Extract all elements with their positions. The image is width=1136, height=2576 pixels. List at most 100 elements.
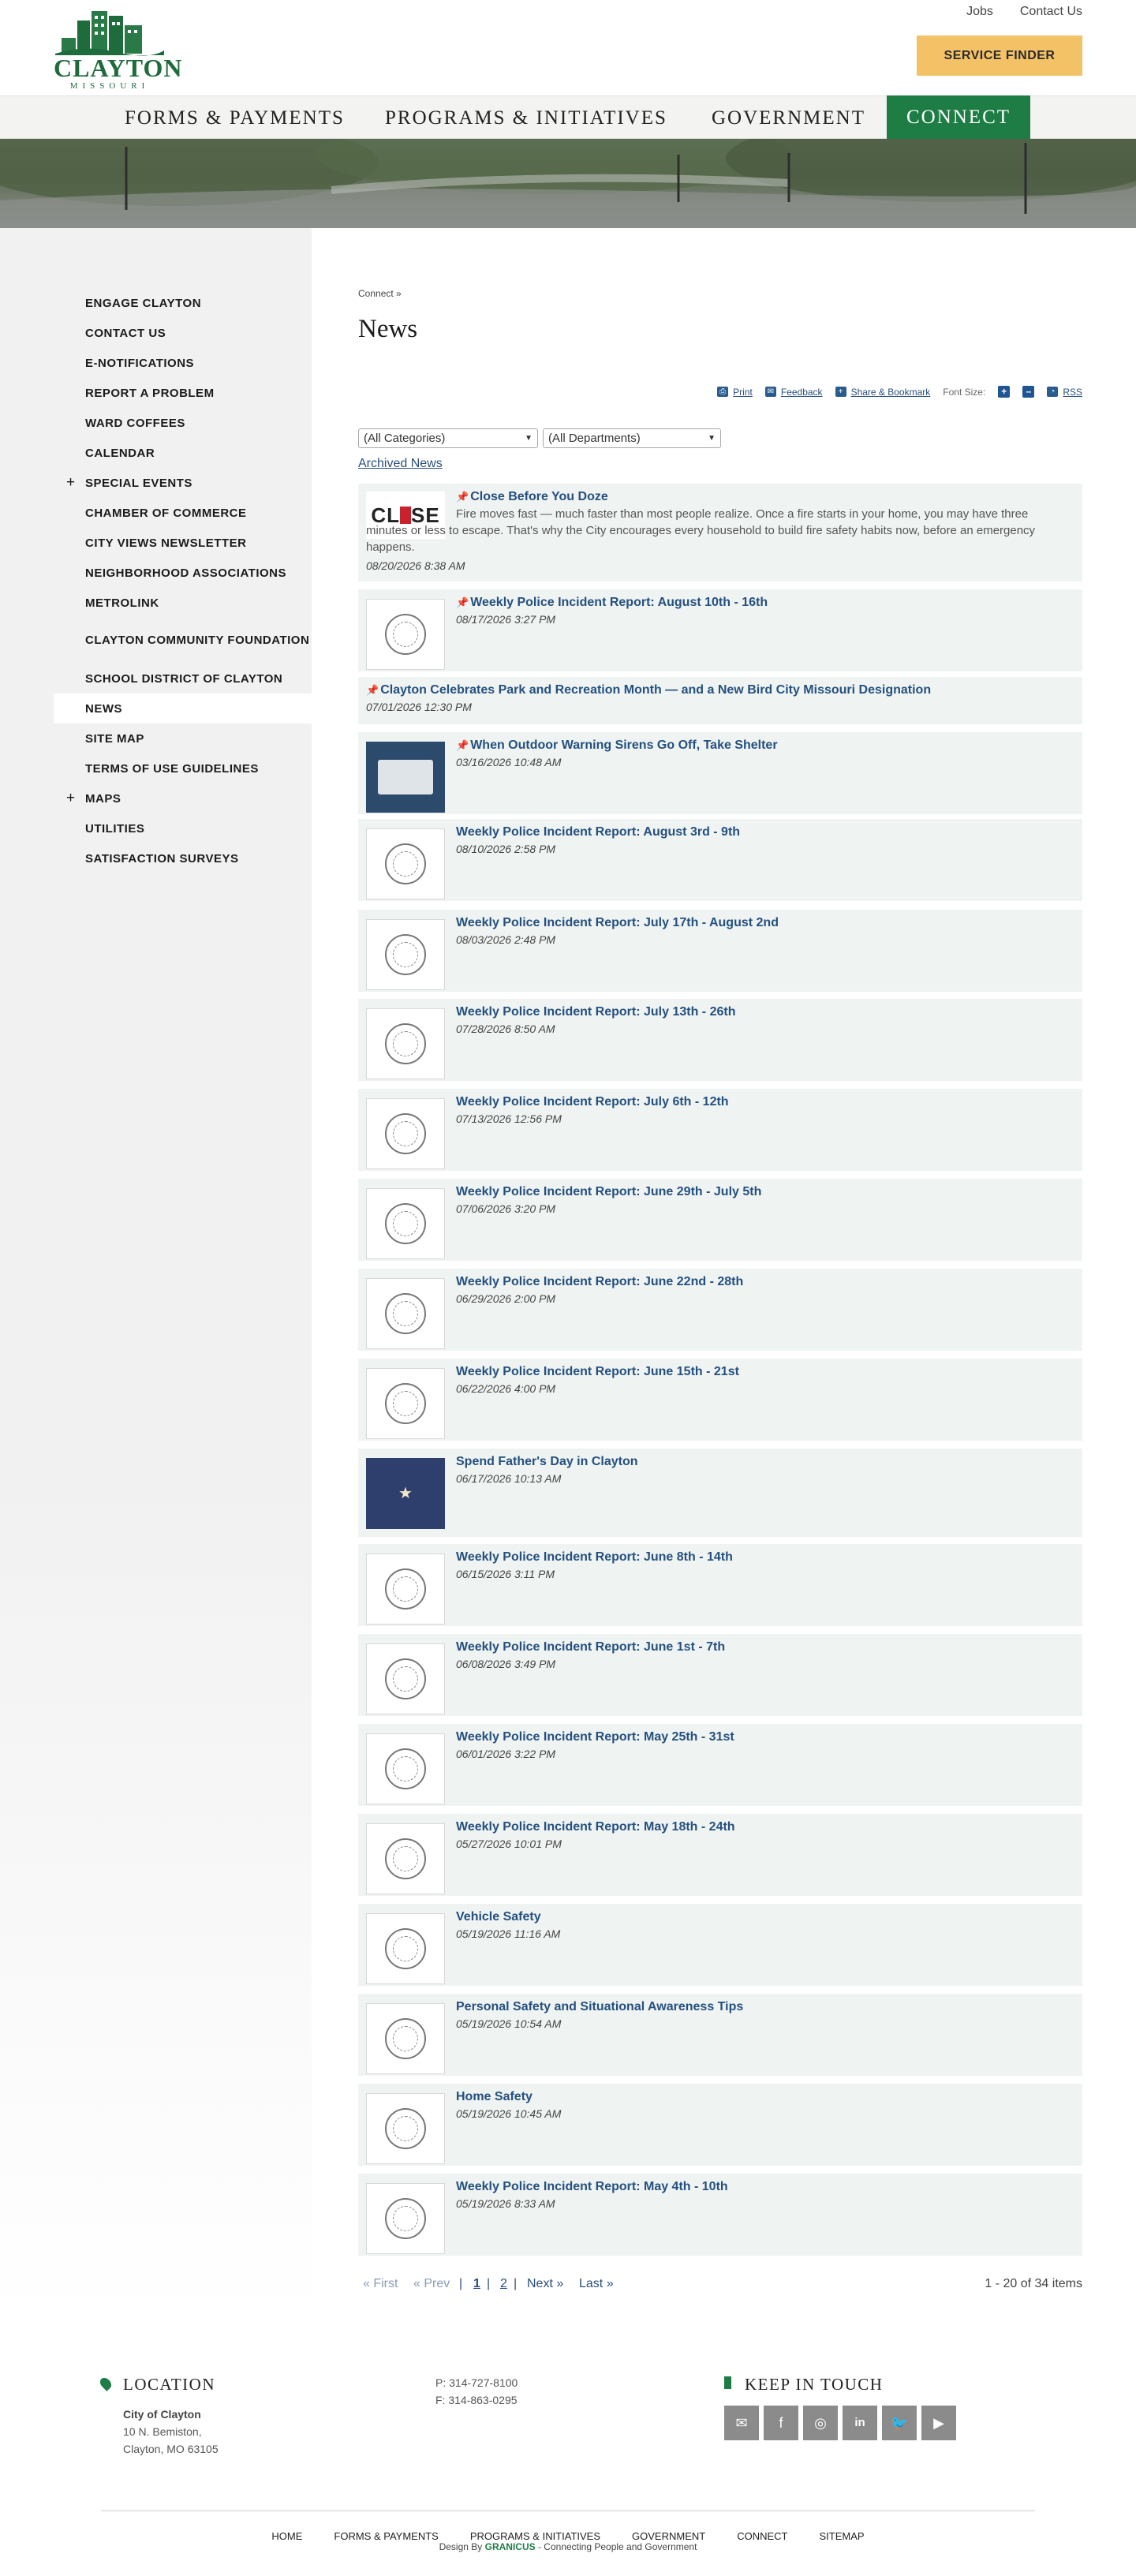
- footer-link-connect[interactable]: CONNECT: [737, 2530, 787, 2542]
- footer-link-home[interactable]: HOME: [271, 2530, 302, 2542]
- sidebar-item-chamber-of-commerce[interactable]: CHAMBER OF COMMERCE: [54, 498, 312, 528]
- category-select[interactable]: (All Categories) ▼: [358, 428, 538, 448]
- police-seal-thumbnail[interactable]: [366, 1733, 445, 1804]
- news-title-link[interactable]: Weekly Police Incident Report: June 22nd…: [456, 1275, 743, 1289]
- prev-page-link[interactable]: « Prev: [413, 2277, 450, 2291]
- news-title-link[interactable]: 📌 Close Before You Doze: [456, 490, 608, 504]
- news-title-link[interactable]: Weekly Police Incident Report: July 17th…: [456, 916, 779, 930]
- news-title-link[interactable]: Weekly Police Incident Report: May 18th …: [456, 1820, 735, 1834]
- granicus-link[interactable]: GRANICUS: [485, 2541, 536, 2552]
- police-seal-thumbnail[interactable]: [366, 1368, 445, 1439]
- news-title-link[interactable]: 📌 Clayton Celebrates Park and Recreation …: [366, 683, 931, 697]
- sidebar-item-maps[interactable]: + MAPS: [54, 783, 312, 813]
- archived-news-link[interactable]: Archived News: [358, 457, 443, 471]
- page-2-link[interactable]: 2: [500, 2277, 507, 2291]
- news-title-link[interactable]: Vehicle Safety: [456, 1910, 541, 1924]
- nav-programs-initiatives[interactable]: PROGRAMS & INITIATIVES: [385, 96, 667, 140]
- sidebar-item-utilities[interactable]: UTILITIES: [54, 813, 312, 843]
- sidebar-item-news[interactable]: NEWS: [54, 694, 312, 723]
- news-title-link[interactable]: Weekly Police Incident Report: June 8th …: [456, 1550, 733, 1565]
- police-seal-thumbnail[interactable]: [366, 2183, 445, 2254]
- police-seal-thumbnail[interactable]: [366, 1098, 445, 1169]
- police-seal-thumbnail[interactable]: [366, 919, 445, 990]
- facebook-icon[interactable]: f: [764, 2406, 798, 2440]
- police-seal-thumbnail[interactable]: [366, 1913, 445, 1984]
- rss-link[interactable]: ◔ RSS: [1047, 387, 1082, 398]
- sidebar-item-label: MAPS: [85, 791, 121, 806]
- expand-plus-icon[interactable]: +: [66, 474, 76, 492]
- news-title-link[interactable]: Home Safety: [456, 2090, 532, 2104]
- expand-plus-icon[interactable]: +: [66, 790, 76, 807]
- footer-link-government[interactable]: GOVERNMENT: [632, 2530, 705, 2542]
- sidebar-item-calendar[interactable]: CALENDAR: [54, 438, 312, 468]
- police-seal-thumbnail[interactable]: [366, 1643, 445, 1714]
- sidebar-item-city-views-newsletter[interactable]: CITY VIEWS NEWSLETTER: [54, 528, 312, 558]
- news-title-link[interactable]: Weekly Police Incident Report: May 25th …: [456, 1730, 734, 1744]
- news-title-link[interactable]: Personal Safety and Situational Awarenes…: [456, 2000, 743, 2014]
- news-title-link[interactable]: Weekly Police Incident Report: August 3r…: [456, 825, 740, 839]
- news-title-link[interactable]: Weekly Police Incident Report: June 1st …: [456, 1640, 725, 1654]
- nav-connect[interactable]: CONNECT: [887, 95, 1030, 140]
- instagram-icon[interactable]: ◎: [803, 2406, 838, 2440]
- sidebar-item-special-events[interactable]: + SPECIAL EVENTS: [54, 468, 312, 498]
- next-page-link[interactable]: Next »: [527, 2277, 563, 2291]
- share-bookmark-link[interactable]: + Share & Bookmark: [835, 387, 930, 398]
- breadcrumb[interactable]: Connect »: [358, 288, 402, 299]
- first-page-link[interactable]: « First: [363, 2277, 398, 2291]
- nav-government[interactable]: GOVERNMENT: [712, 96, 865, 140]
- news-title-link[interactable]: Weekly Police Incident Report: July 6th …: [456, 1095, 729, 1109]
- linkedin-icon[interactable]: in: [843, 2406, 877, 2440]
- phone-number[interactable]: P: 314-727-8100: [435, 2374, 518, 2391]
- news-title-link[interactable]: Weekly Police Incident Report: July 13th…: [456, 1005, 735, 1019]
- sidebar-item-label: CALENDAR: [85, 446, 155, 460]
- nav-forms-payments[interactable]: FORMS & PAYMENTS: [125, 96, 345, 140]
- footer-link-forms-payments[interactable]: FORMS & PAYMENTS: [334, 2530, 438, 2542]
- sidebar-item-e-notifications[interactable]: E-NOTIFICATIONS: [54, 348, 312, 378]
- sidebar-item-terms-of-use-guidelines[interactable]: TERMS OF USE GUIDELINES: [54, 753, 312, 783]
- police-seal-thumbnail[interactable]: [366, 2003, 445, 2074]
- news-title-link[interactable]: Weekly Police Incident Report: June 29th…: [456, 1185, 761, 1199]
- police-seal-thumbnail[interactable]: [366, 1008, 445, 1079]
- news-title-link[interactable]: 📌 Weekly Police Incident Report: August 1…: [456, 596, 768, 610]
- news-title-link[interactable]: Weekly Police Incident Report: May 4th -…: [456, 2180, 728, 2194]
- feedback-link[interactable]: ✉ Feedback: [764, 387, 823, 398]
- police-seal-thumbnail[interactable]: [366, 1823, 445, 1894]
- news-title-link[interactable]: Spend Father's Day in Clayton: [456, 1455, 638, 1469]
- sidebar-item-neighborhood-associations[interactable]: NEIGHBORHOOD ASSOCIATIONS: [54, 558, 312, 588]
- sidebar-item-site-map[interactable]: SITE MAP: [54, 723, 312, 753]
- news-title-link[interactable]: Weekly Police Incident Report: June 15th…: [456, 1365, 739, 1379]
- department-select[interactable]: (All Departments) ▼: [543, 428, 721, 448]
- news-title-link[interactable]: 📌 When Outdoor Warning Sirens Go Off, Tak…: [456, 738, 778, 753]
- last-page-link[interactable]: Last »: [579, 2277, 614, 2291]
- siren-thumbnail[interactable]: [366, 742, 445, 813]
- contact-us-link[interactable]: Contact Us: [1020, 5, 1082, 19]
- footer-link-programs[interactable]: PROGRAMS & INITIATIVES: [470, 2530, 600, 2542]
- sidebar-item-report-a-problem[interactable]: REPORT A PROBLEM: [54, 378, 312, 408]
- page-1-link[interactable]: 1: [473, 2277, 480, 2291]
- sidebar-item-engage-clayton[interactable]: ENGAGE CLAYTON: [54, 288, 312, 318]
- twitter-icon[interactable]: 🐦: [882, 2406, 917, 2440]
- police-seal-thumbnail[interactable]: [366, 1278, 445, 1349]
- font-increase-button[interactable]: +: [998, 386, 1011, 398]
- sidebar-item-contact-us[interactable]: CONTACT US: [54, 318, 312, 348]
- police-seal-thumbnail[interactable]: [366, 2093, 445, 2164]
- youtube-icon[interactable]: ▶: [921, 2406, 956, 2440]
- police-seal-thumbnail[interactable]: [366, 599, 445, 670]
- police-seal-thumbnail[interactable]: [366, 828, 445, 899]
- clayton-logo[interactable]: CLAYTON MISSOURI: [54, 6, 182, 92]
- font-decrease-button[interactable]: –: [1022, 386, 1035, 398]
- news-date: 06/15/2026 3:11 PM: [456, 1568, 555, 1580]
- sidebar-item-metrolink[interactable]: METROLINK: [54, 588, 312, 618]
- sidebar-item-school-district-of-clayton[interactable]: SCHOOL DISTRICT OF CLAYTON: [54, 664, 312, 694]
- dad-thumbnail[interactable]: ★: [366, 1458, 445, 1529]
- footer-link-sitemap[interactable]: SITEMAP: [819, 2530, 864, 2542]
- print-link[interactable]: ⎙ Print: [717, 387, 753, 398]
- sidebar-item-satisfaction-surveys[interactable]: SATISFACTION SURVEYS: [54, 843, 312, 873]
- police-seal-thumbnail[interactable]: [366, 1553, 445, 1624]
- service-finder-button[interactable]: SERVICE FINDER: [917, 36, 1082, 76]
- police-seal-thumbnail[interactable]: [366, 1188, 445, 1259]
- jobs-link[interactable]: Jobs: [966, 5, 993, 19]
- sidebar-item-clayton-community-foundation[interactable]: CLAYTON COMMUNITY FOUNDATION: [54, 618, 312, 664]
- sidebar-item-ward-coffees[interactable]: WARD COFFEES: [54, 408, 312, 438]
- email-icon[interactable]: ✉: [724, 2406, 759, 2440]
